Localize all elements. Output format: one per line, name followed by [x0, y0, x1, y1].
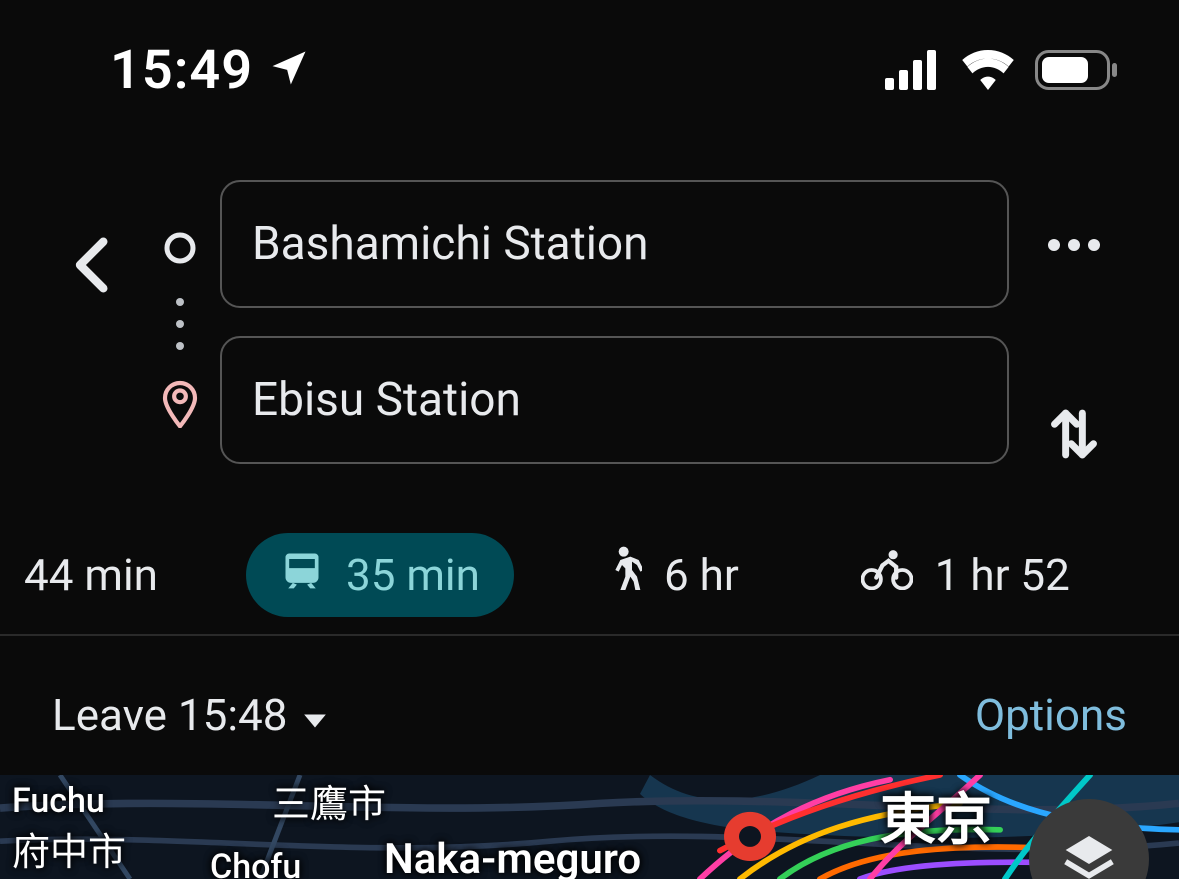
- mode-rideshare[interactable]: 44 m: [1158, 533, 1179, 617]
- mode-transit-label: 35 min: [346, 549, 480, 601]
- destination-field[interactable]: Ebisu Station: [220, 336, 1009, 464]
- chevron-down-icon: [302, 689, 328, 741]
- mode-transit[interactable]: 35 min: [246, 533, 514, 617]
- destination-value: Ebisu Station: [252, 373, 521, 427]
- map-label-mitaka-jp: 三鷹市: [272, 775, 386, 828]
- route-dots-icon: [176, 298, 184, 350]
- mode-bike-label: 1 hr 52: [935, 549, 1070, 601]
- destination-pin-icon: [160, 378, 200, 432]
- cellular-signal-icon: [885, 50, 941, 90]
- mode-drive-label: 44 min: [24, 549, 158, 601]
- depart-time-label: Leave 15:48: [52, 689, 288, 741]
- divider: [0, 634, 1179, 636]
- wifi-icon: [961, 50, 1015, 90]
- swap-endpoints-button[interactable]: [1046, 402, 1102, 470]
- mode-bike[interactable]: 1 hr 52: [827, 533, 1104, 617]
- options-label: Options: [975, 689, 1127, 741]
- origin-value: Bashamichi Station: [252, 217, 649, 271]
- directions-header: Bashamichi Station Ebisu Station: [0, 180, 1179, 470]
- schedule-row: Leave 15:48 Options: [0, 660, 1179, 770]
- map-label-nakameguro: Naka-meguro: [384, 835, 641, 879]
- travel-mode-tabs: 44 min 35 min 6 hr 1 hr 52 44 m: [0, 520, 1179, 630]
- map-label-tokyo-jp: 東京: [880, 775, 992, 856]
- map-label-chofu: Chofu: [210, 847, 301, 879]
- walk-icon: [602, 546, 642, 605]
- more-options-button[interactable]: [1044, 235, 1104, 259]
- origin-field[interactable]: Bashamichi Station: [220, 180, 1009, 308]
- status-time: 15:49: [110, 39, 253, 102]
- mode-walk[interactable]: 6 hr: [568, 533, 773, 617]
- battery-icon: [1035, 50, 1119, 90]
- bike-icon: [861, 549, 913, 601]
- options-button[interactable]: Options: [975, 689, 1127, 741]
- back-button[interactable]: [70, 235, 110, 299]
- train-icon: [280, 548, 324, 603]
- origin-circle-icon: [162, 230, 198, 270]
- mode-drive[interactable]: 44 min: [18, 533, 192, 617]
- map-view[interactable]: Fuchu 府中市 三鷹市 Chofu Naka-meguro 東京: [0, 775, 1179, 879]
- mode-walk-label: 6 hr: [664, 549, 739, 601]
- map-label-fuchu-jp: 府中市: [12, 821, 126, 876]
- route-endpoints-icons: [140, 180, 220, 432]
- map-label-fuchu-en: Fuchu: [12, 781, 105, 821]
- location-services-icon: [267, 46, 311, 94]
- depart-time-button[interactable]: Leave 15:48: [52, 689, 328, 741]
- layers-icon: [1061, 829, 1117, 879]
- status-bar: 15:49: [0, 0, 1179, 140]
